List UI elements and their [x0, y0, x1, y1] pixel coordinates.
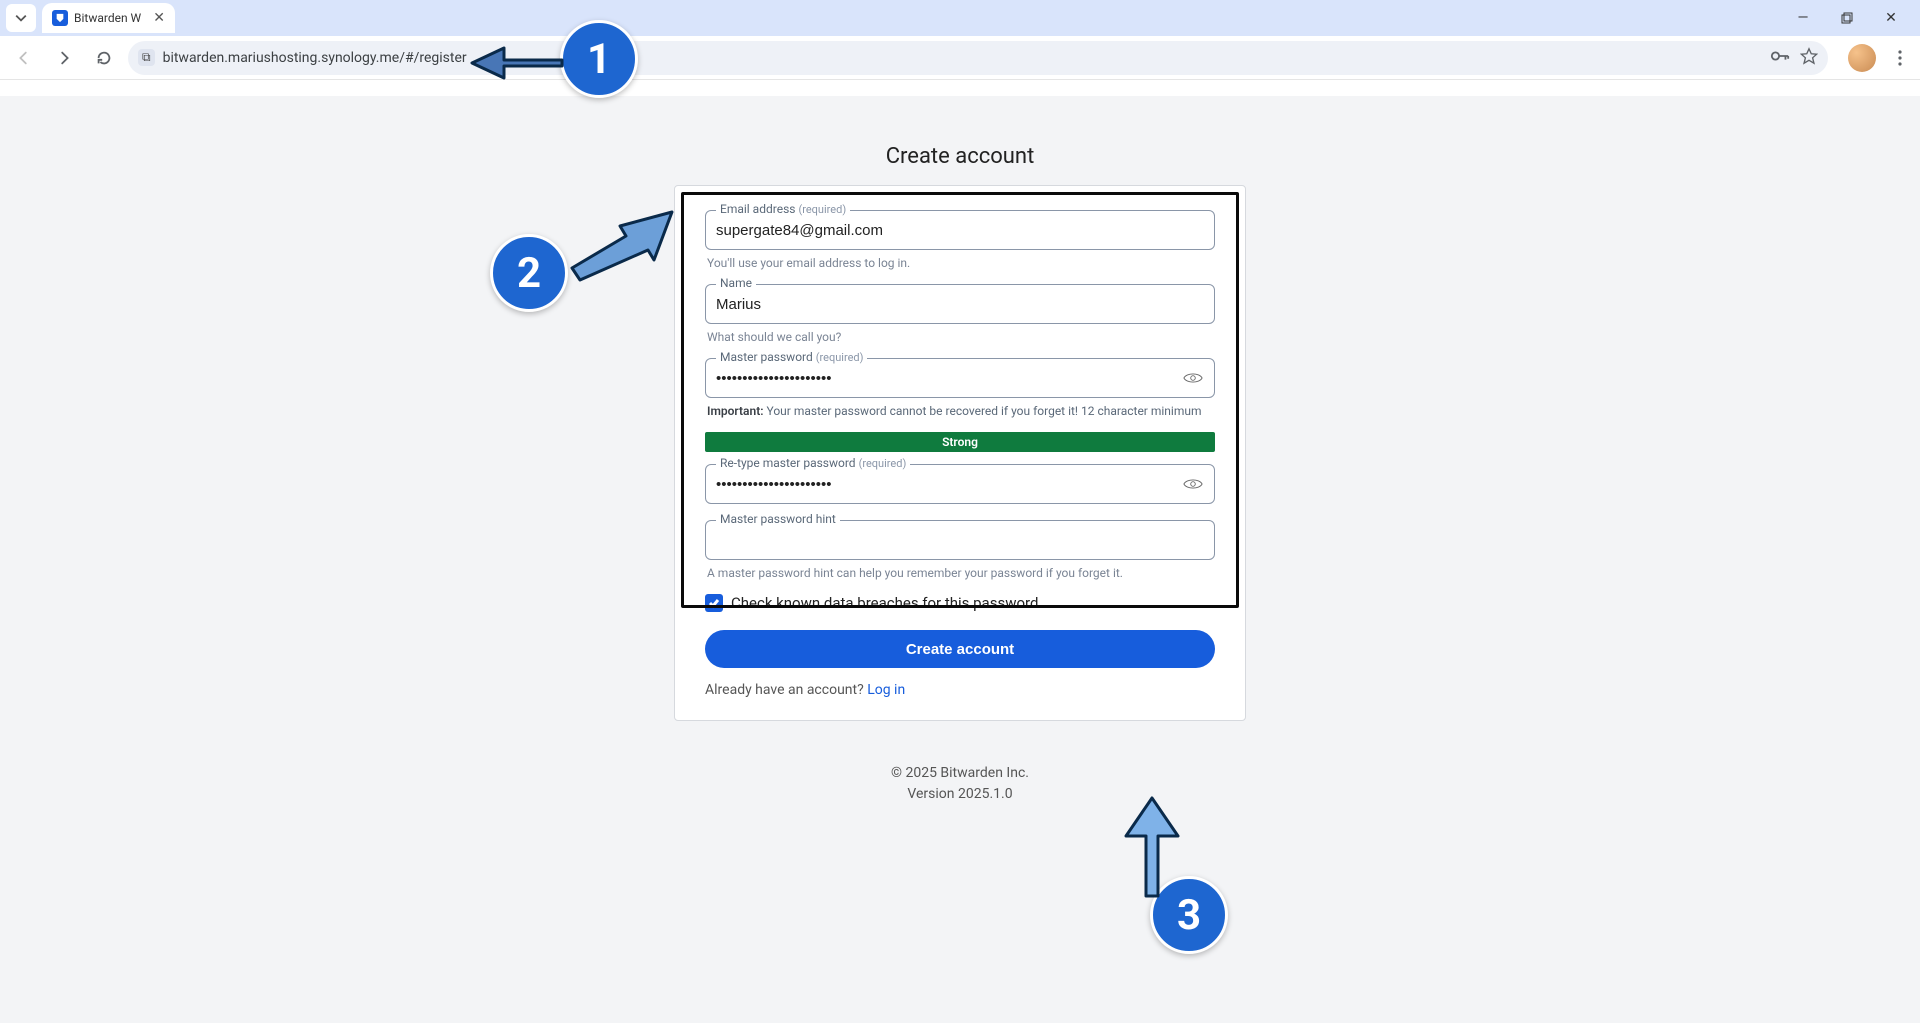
password-manager-icon[interactable]	[1770, 48, 1790, 67]
page-title: Create account	[886, 144, 1035, 169]
version: Version 2025.1.0	[891, 784, 1029, 805]
window-controls: — ✕	[1784, 3, 1916, 33]
browser-tab[interactable]: Bitwarden W ✕	[42, 3, 175, 33]
master-password-input[interactable]	[716, 370, 1181, 387]
bookmark-icon[interactable]	[1800, 47, 1818, 69]
annotation-1: 1	[560, 20, 638, 98]
close-tab-icon[interactable]: ✕	[153, 10, 165, 26]
master-password-label: Master password (required)	[716, 350, 867, 364]
minimize-button[interactable]: —	[1784, 3, 1822, 33]
browser-toolbar: ⧉ bitwarden.mariushosting.synology.me/#/…	[0, 36, 1920, 80]
email-helper: You'll use your email address to log in.	[707, 256, 1215, 270]
login-prompt: Already have an account? Log in	[705, 682, 1215, 698]
maximize-button[interactable]	[1828, 3, 1866, 33]
chevron-down-icon	[15, 12, 27, 24]
profile-avatar[interactable]	[1848, 44, 1876, 72]
password-strength-meter: Strong	[705, 432, 1215, 452]
email-input[interactable]	[716, 222, 1204, 239]
retype-password-group: Re-type master password (required)	[705, 464, 1215, 504]
name-helper: What should we call you?	[707, 330, 1215, 344]
url-text: bitwarden.mariushosting.synology.me/#/re…	[163, 50, 467, 66]
toggle-retype-visibility[interactable]	[1181, 472, 1204, 496]
forward-arrow-icon	[55, 49, 73, 67]
breach-checkbox[interactable]	[705, 594, 723, 612]
toggle-password-visibility[interactable]	[1181, 366, 1204, 390]
kebab-icon	[1898, 50, 1902, 66]
breach-checkbox-label: Check known data breaches for this passw…	[731, 594, 1038, 612]
address-bar[interactable]: ⧉ bitwarden.mariushosting.synology.me/#/…	[128, 41, 1828, 75]
back-arrow-icon	[15, 49, 33, 67]
window-titlebar: Bitwarden W ✕ — ✕	[0, 0, 1920, 36]
maximize-icon	[1841, 12, 1853, 24]
forward-button[interactable]	[48, 42, 80, 74]
master-password-helper: Important: Your master password cannot b…	[707, 404, 1215, 418]
bitwarden-favicon	[52, 10, 68, 26]
email-label: Email address (required)	[716, 202, 850, 216]
site-info-icon[interactable]: ⧉	[138, 49, 155, 66]
name-label: Name	[716, 276, 756, 290]
annotation-2: 2	[490, 234, 568, 312]
eye-icon	[1183, 371, 1203, 385]
breach-check-row[interactable]: Check known data breaches for this passw…	[705, 594, 1215, 612]
hint-label: Master password hint	[716, 512, 840, 526]
master-password-group: Master password (required)	[705, 358, 1215, 398]
email-field-group: Email address (required)	[705, 210, 1215, 250]
page-content: Create account Email address (required) …	[0, 96, 1920, 1023]
eye-icon	[1183, 477, 1203, 491]
browser-menu-button[interactable]	[1888, 42, 1912, 74]
tab-title: Bitwarden W	[74, 11, 141, 25]
hint-helper: A master password hint can help you reme…	[707, 566, 1215, 580]
retype-password-input[interactable]	[716, 476, 1181, 493]
retype-password-label: Re-type master password (required)	[716, 456, 910, 470]
page-footer: © 2025 Bitwarden Inc. Version 2025.1.0	[891, 763, 1029, 805]
reload-button[interactable]	[88, 42, 120, 74]
back-button[interactable]	[8, 42, 40, 74]
name-field-group: Name	[705, 284, 1215, 324]
reload-icon	[95, 49, 113, 67]
copyright: © 2025 Bitwarden Inc.	[891, 763, 1029, 784]
tab-list-dropdown[interactable]	[6, 4, 36, 32]
close-window-button[interactable]: ✕	[1872, 3, 1910, 33]
hint-field-group: Master password hint	[705, 520, 1215, 560]
annotation-3: 3	[1150, 876, 1228, 954]
login-link[interactable]: Log in	[867, 682, 905, 698]
hint-input[interactable]	[716, 532, 1204, 549]
check-icon	[708, 597, 720, 609]
name-input[interactable]	[716, 296, 1204, 313]
registration-card: Email address (required) You'll use your…	[674, 185, 1246, 721]
create-account-button[interactable]: Create account	[705, 630, 1215, 668]
